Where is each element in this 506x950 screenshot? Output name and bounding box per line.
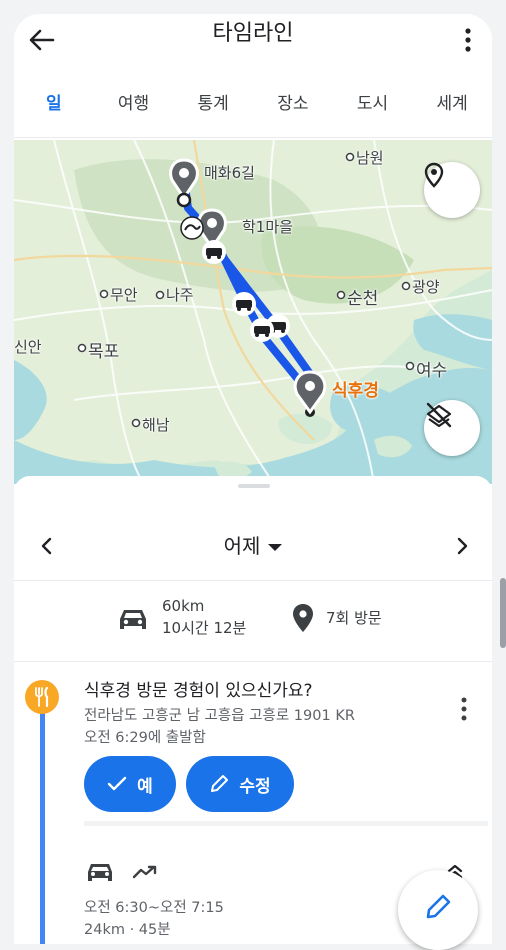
tab-trips[interactable]: 여행 [94,86,174,137]
app-window: 타임라인 일 여행 통계 장소 도시 세계 매화6길 학1마을 남원 무안 나주… [14,14,492,944]
confirm-yes-label: 예 [137,776,153,797]
map-car-marker [202,240,226,264]
map-canvas [14,140,492,484]
day-navigator: 어제 [14,512,492,580]
tab-cities[interactable]: 도시 [333,86,413,137]
pencil-icon [211,775,229,792]
movement-distance: 24km · 45분 [84,922,171,938]
next-day-button[interactable] [451,534,475,558]
place-more-button[interactable] [460,696,468,722]
total-distance: 60km [162,597,205,615]
more-vert-icon [461,697,467,721]
distance-summary: 60km 10시간 12분 [162,595,246,639]
edit-fab-button[interactable] [398,870,478,950]
section-divider [84,821,488,826]
map-label-yeosu: 여수 [416,361,448,381]
tab-places[interactable]: 장소 [253,86,333,137]
scrollbar[interactable] [500,578,506,648]
total-duration: 10시간 12분 [162,619,247,637]
map-label-muan: 무안 [110,286,138,304]
map-label-hak1: 학1마을 [242,218,293,236]
map-car-marker [180,216,204,240]
day-summary: 60km 10시간 12분 7회 방문 [14,580,492,662]
day-selector[interactable]: 어제 [14,532,492,560]
restaurant-icon [25,680,59,714]
check-icon [107,776,127,791]
pencil-icon [426,894,451,919]
edit-visit-button[interactable]: 수정 [186,756,294,812]
trending-icon [132,865,157,879]
visit-count: 7회 방문 [326,609,382,627]
tab-day[interactable]: 일 [14,86,94,151]
map-car-marker [250,318,274,342]
map-label-maehwa: 매화6길 [204,164,255,182]
more-vert-icon [465,28,471,52]
place-pin-icon [293,604,313,632]
car-icon [120,610,146,629]
map-label-mokpo: 목포 [88,342,120,362]
map-car-marker [232,292,256,316]
movement-time-range: 오전 6:30~오전 7:15 [84,900,224,916]
edit-visit-label: 수정 [239,776,271,797]
drag-handle[interactable] [238,484,270,488]
my-location-button[interactable] [424,162,480,218]
fork-knife-glyph [35,687,49,707]
more-options-button[interactable] [454,22,482,58]
map-label-haenam: 해남 [142,416,170,434]
app-bar: 타임라인 [14,14,492,74]
map-label-sinan: 신안 [14,338,42,356]
tab-bar: 일 여행 통계 장소 도시 세계 [14,86,492,151]
layers-off-button[interactable] [424,400,480,456]
car-icon [88,864,112,881]
location-pin-icon [424,162,444,188]
confirm-yes-button[interactable]: 예 [84,756,176,812]
day-label: 어제 [223,534,261,558]
place-departure-time: 오전 6:29에 출발함 [84,730,206,746]
layers-clear-icon [426,402,452,428]
map-label-namwon: 남원 [356,149,384,167]
place-address: 전라남도 고흥군 남 고흥읍 고흥로 1901 KR [84,708,355,724]
tab-world[interactable]: 세계 [412,86,492,137]
map-label-sikhugyeong: 식후경 [332,381,379,401]
dropdown-caret-icon [268,544,283,551]
place-question[interactable]: 식후경 방문 경험이 있으신가요? [84,676,313,701]
chevron-right-icon [457,537,468,555]
map-label-naju: 나주 [166,286,194,304]
timeline-connector [40,696,45,944]
map-label-gwangyang: 광양 [412,278,440,296]
map-label-suncheon: 순천 [347,289,379,309]
page-title: 타임라인 [212,21,294,46]
map-view[interactable]: 매화6길 학1마을 남원 무안 나주 순천 광양 신안 목포 여수 식후경 해남 [14,140,492,484]
tab-insights[interactable]: 통계 [173,86,253,137]
